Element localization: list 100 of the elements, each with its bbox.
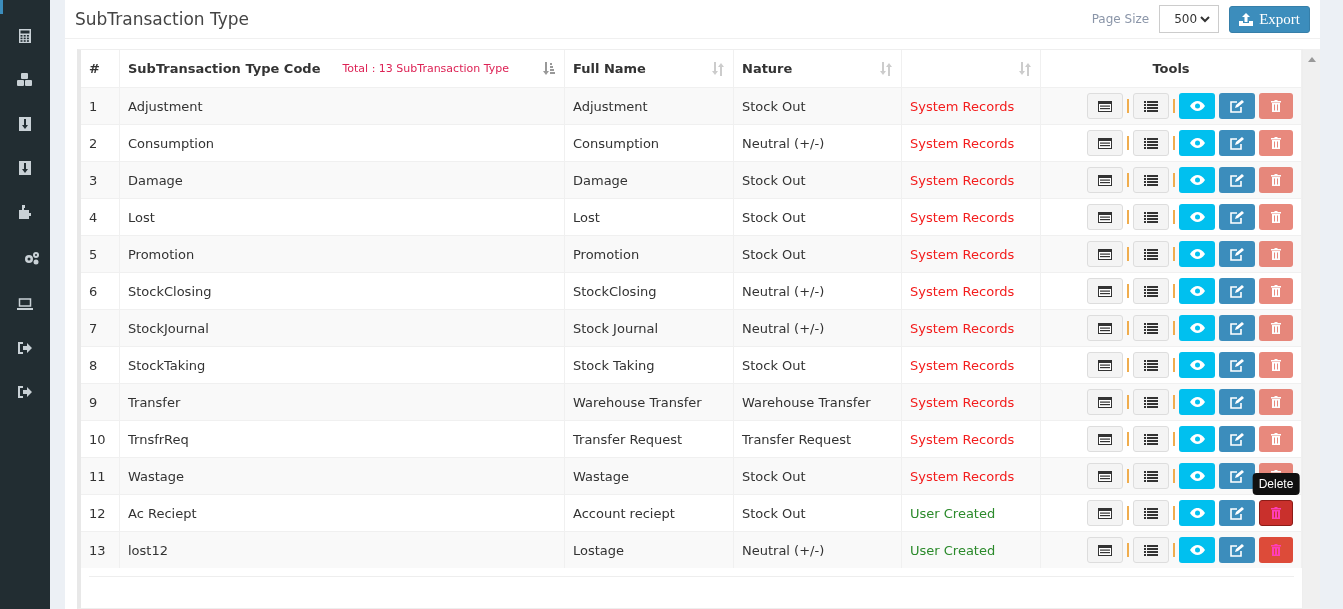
edit-icon	[1230, 173, 1244, 187]
list-button[interactable]	[1133, 500, 1169, 526]
table-cell: Warehouse Transfer	[733, 383, 902, 421]
delete-button[interactable]	[1259, 352, 1293, 378]
column-title: Tools	[1152, 61, 1190, 76]
table-cell: StockJournal	[119, 309, 565, 347]
list-button[interactable]	[1133, 426, 1169, 452]
table-cell: Stock Out	[733, 161, 902, 199]
column-title: Nature	[742, 61, 793, 76]
detail-button[interactable]	[1087, 130, 1123, 156]
card-icon	[1098, 322, 1112, 334]
delete-button[interactable]	[1259, 315, 1293, 341]
detail-button[interactable]	[1087, 537, 1123, 563]
table-cell: Neutral (+/-)	[733, 309, 902, 347]
delete-button[interactable]	[1259, 241, 1293, 267]
view-button[interactable]	[1179, 352, 1215, 378]
card-icon	[1098, 470, 1112, 482]
table-cell: Damage	[564, 161, 734, 199]
list-icon	[1144, 544, 1158, 556]
list-button[interactable]	[1133, 537, 1169, 563]
list-button[interactable]	[1133, 463, 1169, 489]
trash-icon	[1271, 359, 1281, 371]
table-cell: Stock Out	[733, 87, 902, 125]
record-source: User Created	[901, 531, 1041, 568]
detail-button[interactable]	[1087, 500, 1123, 526]
table-cell: Promotion	[564, 235, 734, 273]
list-button[interactable]	[1133, 130, 1169, 156]
view-button[interactable]	[1179, 315, 1215, 341]
eye-icon	[1189, 545, 1205, 555]
card-icon	[1098, 396, 1112, 408]
list-icon	[1144, 137, 1158, 149]
view-button[interactable]	[1179, 537, 1215, 563]
table-cell: Adjustment	[119, 87, 565, 125]
eye-icon	[1189, 471, 1205, 481]
delete-button[interactable]	[1259, 167, 1293, 193]
list-button[interactable]	[1133, 315, 1169, 341]
detail-button[interactable]	[1087, 204, 1123, 230]
card-icon	[1098, 248, 1112, 260]
scrollbar[interactable]	[1303, 49, 1320, 609]
list-button[interactable]	[1133, 389, 1169, 415]
scroll-up-icon[interactable]	[1307, 57, 1316, 62]
view-button[interactable]	[1179, 93, 1215, 119]
tooltip: Delete	[1252, 473, 1300, 495]
delete-button[interactable]	[1259, 278, 1293, 304]
table-cell: lost12	[119, 531, 565, 568]
list-icon	[1144, 100, 1158, 112]
export-button[interactable]: Export	[1229, 5, 1310, 33]
eye-icon	[1189, 249, 1205, 259]
card-icon	[1098, 285, 1112, 297]
detail-button[interactable]	[1087, 426, 1123, 452]
delete-button[interactable]	[1259, 204, 1293, 230]
detail-button[interactable]	[1087, 167, 1123, 193]
list-icon	[1144, 248, 1158, 260]
trash-icon	[1271, 248, 1281, 260]
edit-icon	[1230, 395, 1244, 409]
edit-button[interactable]	[1219, 463, 1255, 489]
delete-button[interactable]	[1259, 130, 1293, 156]
detail-button[interactable]	[1087, 389, 1123, 415]
view-button[interactable]	[1179, 500, 1215, 526]
total-count: Total : 13 SubTransaction Type	[342, 62, 509, 75]
table-cell: Stock Out	[733, 235, 902, 273]
table-cell: Wastage	[564, 457, 734, 495]
detail-button[interactable]	[1087, 278, 1123, 304]
table-cell: 7	[81, 309, 120, 347]
trash-icon	[1271, 396, 1281, 408]
detail-button[interactable]	[1087, 241, 1123, 267]
view-button[interactable]	[1179, 389, 1215, 415]
view-button[interactable]	[1179, 241, 1215, 267]
list-button[interactable]	[1133, 93, 1169, 119]
trash-icon	[1271, 174, 1281, 186]
delete-button[interactable]	[1259, 389, 1293, 415]
delete-button[interactable]	[1259, 426, 1293, 452]
column-title: #	[89, 61, 100, 76]
view-button[interactable]	[1179, 130, 1215, 156]
table-cell: Wastage	[119, 457, 565, 495]
detail-button[interactable]	[1087, 315, 1123, 341]
trash-icon	[1271, 211, 1281, 223]
list-button[interactable]	[1133, 204, 1169, 230]
page-size-select[interactable]: 500	[1159, 5, 1220, 33]
sort-descending-icon[interactable]	[542, 61, 556, 76]
upload-icon	[1239, 12, 1254, 26]
list-button[interactable]	[1133, 278, 1169, 304]
view-button[interactable]	[1179, 278, 1215, 304]
list-button[interactable]	[1133, 352, 1169, 378]
eye-icon	[1189, 434, 1205, 444]
edit-icon	[1230, 358, 1244, 372]
list-button[interactable]	[1133, 241, 1169, 267]
delete-button[interactable]	[1259, 93, 1293, 119]
detail-button[interactable]	[1087, 352, 1123, 378]
table-cell: Stock Out	[733, 457, 902, 495]
delete-button[interactable]	[1259, 500, 1293, 526]
list-button[interactable]	[1133, 167, 1169, 193]
view-button[interactable]	[1179, 426, 1215, 452]
view-button[interactable]	[1179, 167, 1215, 193]
detail-button[interactable]	[1087, 463, 1123, 489]
edit-icon	[1230, 99, 1244, 113]
page-size-label: Page Size	[1091, 12, 1150, 26]
view-button[interactable]	[1179, 204, 1215, 230]
edit-icon	[1230, 469, 1244, 483]
detail-button[interactable]	[1087, 93, 1123, 119]
